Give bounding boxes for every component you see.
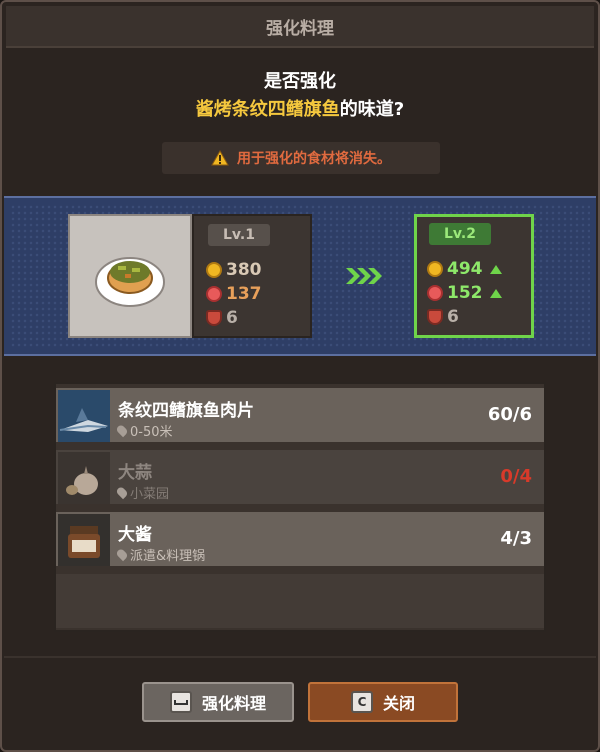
material-row-empty xyxy=(56,574,544,630)
material-source: 小菜园 xyxy=(115,483,169,502)
location-pin-icon xyxy=(115,547,129,562)
material-quantity: 4/3 xyxy=(500,528,532,549)
next-servings-row: 6 xyxy=(427,307,459,327)
close-label: 关闭 xyxy=(382,694,415,713)
dish-image-card xyxy=(68,214,192,338)
current-price: 380 xyxy=(226,260,262,280)
current-popularity: 137 xyxy=(226,284,262,304)
space-key-icon xyxy=(169,691,192,713)
confirm-question: 是否强化 酱烤条纹四鳍旗鱼的味道? xyxy=(0,68,600,124)
material-quantity: 60/6 xyxy=(487,404,532,425)
material-source: 0-50米 xyxy=(115,421,173,440)
next-price: 494 xyxy=(447,259,483,279)
garlic-icon xyxy=(58,452,110,504)
current-price-row: 380 xyxy=(206,260,262,280)
dish-name: 酱烤条纹四鳍旗鱼 xyxy=(195,99,340,120)
material-row: 大蒜 小菜园 0/4 xyxy=(56,450,544,506)
warning-text: 用于强化的食材将消失。 xyxy=(237,151,391,167)
current-servings: 6 xyxy=(226,308,238,328)
coin-icon xyxy=(427,261,443,277)
material-source: 派遣&料理锅 xyxy=(115,545,205,564)
soybean-paste-jar-icon xyxy=(58,514,110,566)
next-price-row: 494 xyxy=(427,259,502,279)
coin-icon xyxy=(206,262,222,278)
next-level-badge: Lv.2 xyxy=(429,223,491,245)
dish-icon xyxy=(95,257,165,307)
next-popularity-row: 152 xyxy=(427,283,502,303)
dialog-footer xyxy=(4,656,596,748)
current-level-badge: Lv.1 xyxy=(208,224,270,246)
warning-banner: 用于强化的食材将消失。 xyxy=(162,142,440,174)
upgrade-arrow-icon xyxy=(346,268,382,284)
bowl-icon xyxy=(427,309,443,325)
material-quantity: 0/4 xyxy=(500,466,532,487)
material-row: 条纹四鳍旗鱼肉片 0-50米 60/6 xyxy=(56,388,544,444)
bowl-icon xyxy=(206,310,222,326)
material-name: 大酱 xyxy=(118,525,152,545)
location-pin-icon xyxy=(115,485,129,500)
location-pin-icon xyxy=(115,423,129,438)
current-level-stats: Lv.1 380 137 6 xyxy=(192,214,312,338)
material-name: 条纹四鳍旗鱼肉片 xyxy=(118,401,254,421)
upgrade-dish-button[interactable]: 强化料理 xyxy=(142,682,294,722)
popularity-icon xyxy=(206,286,222,302)
question-suffix: 的味道? xyxy=(339,99,405,120)
popularity-icon xyxy=(427,285,443,301)
question-line-2: 酱烤条纹四鳍旗鱼的味道? xyxy=(0,96,600,124)
current-popularity-row: 137 xyxy=(206,284,262,304)
increase-arrow-icon xyxy=(489,288,502,298)
upgrade-dish-label: 强化料理 xyxy=(201,694,266,713)
next-popularity: 152 xyxy=(447,283,483,303)
marlin-icon xyxy=(58,390,110,442)
dialog-title: 强化料理 xyxy=(6,6,594,48)
increase-arrow-icon xyxy=(489,264,502,274)
next-level-stats: Lv.2 494 152 6 xyxy=(414,214,534,338)
question-line-1: 是否强化 xyxy=(264,71,336,92)
material-row: 大酱 派遣&料理锅 4/3 xyxy=(56,512,544,568)
current-servings-row: 6 xyxy=(206,308,238,328)
close-button[interactable]: C 关闭 xyxy=(308,682,458,722)
material-name: 大蒜 xyxy=(118,463,152,483)
next-servings: 6 xyxy=(447,307,459,327)
c-key-icon: C xyxy=(350,691,373,713)
warning-icon xyxy=(211,150,229,166)
